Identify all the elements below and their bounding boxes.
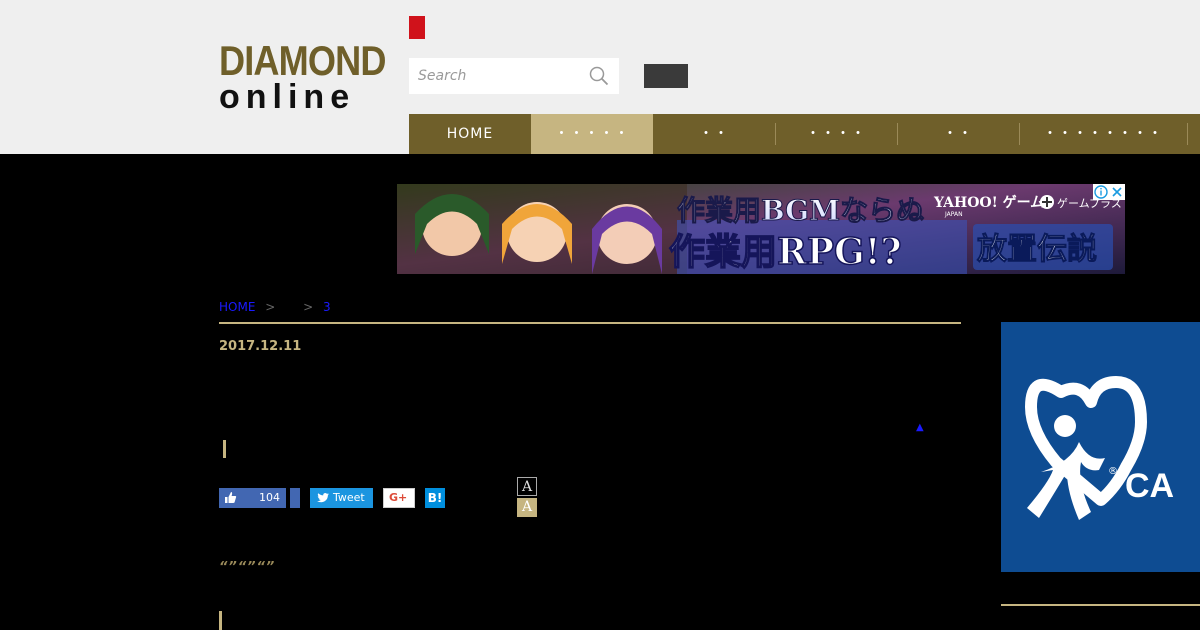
ad-choices[interactable] — [1093, 184, 1125, 200]
close-icon — [1112, 187, 1122, 197]
diamond-online-logo[interactable]: DIAMOND online — [219, 37, 386, 116]
hatena-icon: B! — [427, 491, 443, 505]
breadcrumb-home-link[interactable]: HOME — [219, 300, 255, 314]
nav-item-6[interactable]: ・・・・・・・・ — [1019, 114, 1187, 154]
nav-item-3[interactable]: ・・ — [653, 114, 775, 154]
article-quote: “”“”“” — [219, 560, 276, 575]
sidebar-divider — [1001, 604, 1200, 606]
tweet-label: Tweet — [333, 491, 365, 504]
breadcrumb-separator: > — [265, 300, 276, 314]
facebook-like-button[interactable]: 104 — [219, 488, 286, 508]
google-plus-button[interactable]: G+ — [383, 488, 415, 508]
font-size-small-button[interactable]: A — [517, 477, 537, 496]
triangle-up-icon[interactable]: ▲ — [916, 422, 924, 433]
facebook-share-button[interactable] — [290, 488, 300, 508]
search-box — [409, 58, 619, 94]
ad-line-1: 作業用BGMならぬ — [677, 194, 924, 227]
ad-brand-sub: JAPAN — [944, 211, 963, 218]
like-count: 104 — [259, 491, 280, 504]
ad-brand: YAHOO! ゲーム — [933, 194, 1044, 211]
banner-ad-art: 作業用BGMならぬ 作業用RPG!? YAHOO! ゲーム JAPAN ゲームプ… — [397, 184, 1125, 274]
ad-line-2: 作業用RPG!? — [669, 231, 902, 273]
search-input[interactable] — [409, 58, 579, 94]
hatena-bookmark-button[interactable]: B! — [425, 488, 445, 508]
breadcrumb-empty-item[interactable] — [285, 300, 297, 314]
breadcrumb-current: 3 — [323, 300, 331, 314]
search-submit-button[interactable] — [644, 64, 688, 88]
content-divider — [219, 322, 961, 324]
nav-item-4[interactable]: ・・・・ — [775, 114, 897, 154]
tweet-button[interactable]: Tweet — [310, 488, 373, 508]
font-size-large-button[interactable]: A — [517, 498, 537, 517]
site-header: DIAMOND online HOME ・・・・・ ・・ ・・・・ ・・ ・・・… — [0, 0, 1200, 154]
red-marker-icon — [409, 16, 425, 39]
nav-item-2[interactable]: ・・・・・ — [531, 114, 653, 154]
section-accent-bar — [219, 611, 222, 630]
nav-item-5[interactable]: ・・ — [897, 114, 1019, 154]
google-plus-icon: G+ — [389, 491, 408, 504]
thumbs-up-icon — [225, 492, 237, 503]
breadcrumb-separator: > — [303, 300, 314, 314]
ad-game-title: 放置伝説 — [976, 232, 1097, 267]
nav-item-home[interactable]: HOME — [409, 114, 531, 154]
side-ad-text: CA — [1125, 467, 1174, 505]
logo-line-2: online — [219, 78, 356, 116]
nav-divider — [1187, 123, 1188, 145]
logo-line-1: DIAMOND — [219, 37, 386, 84]
article-date: 2017.12.11 — [219, 339, 302, 354]
side-ad[interactable]: ® CA — [1001, 322, 1200, 572]
title-accent-bar — [223, 440, 226, 458]
svg-text:®: ® — [1108, 466, 1118, 477]
main-nav: HOME ・・・・・ ・・ ・・・・ ・・ ・・・・・・・・ — [409, 114, 1200, 154]
twitter-bird-icon — [317, 493, 329, 503]
search-icon[interactable] — [589, 66, 609, 86]
breadcrumb: HOME > > 3 — [219, 300, 331, 314]
banner-ad[interactable]: 作業用BGMならぬ 作業用RPG!? YAHOO! ゲーム JAPAN ゲームプ… — [397, 184, 1125, 274]
charity-logo: ® CA — [1025, 376, 1174, 520]
